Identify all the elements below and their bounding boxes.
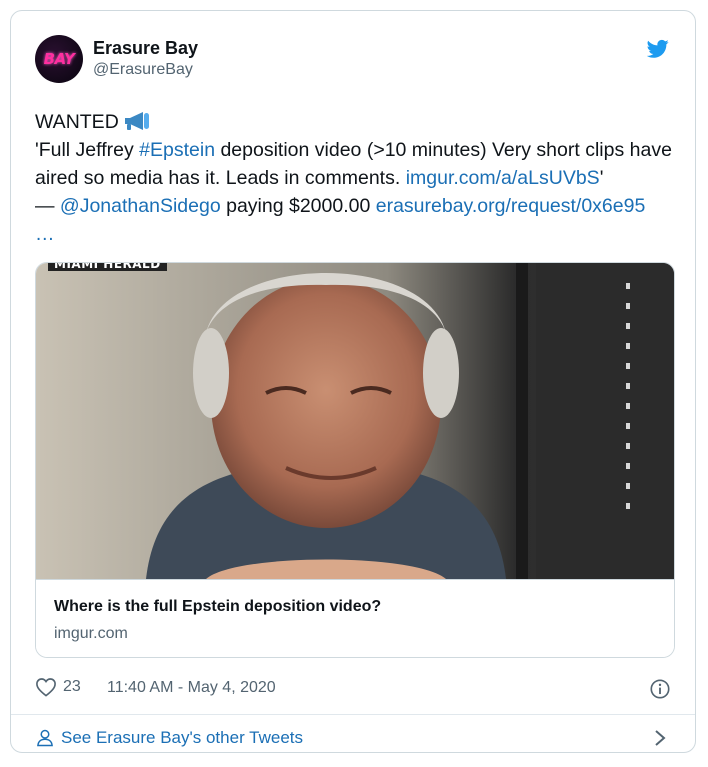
- dash: —: [35, 195, 60, 217]
- avatar-logo-text: BAY: [43, 50, 75, 68]
- megaphone-icon: [124, 112, 149, 130]
- card-domain: imgur.com: [54, 625, 128, 642]
- hashtag-link[interactable]: #Epstein: [139, 139, 215, 161]
- request-link[interactable]: erasurebay.org/request/0x6e95: [376, 195, 646, 217]
- divider: [11, 714, 695, 715]
- ellipsis-link[interactable]: …: [35, 223, 55, 245]
- tweet-body: WANTED 'Full Jeffrey #Epstein deposition…: [35, 108, 675, 248]
- card-image[interactable]: [36, 263, 674, 579]
- tweet-line-wanted: WANTED: [35, 108, 675, 136]
- body-text-part: 'Full Jeffrey: [35, 139, 140, 161]
- heart-icon[interactable]: [35, 677, 57, 697]
- tweet-paragraph: 'Full Jeffrey #Epstein deposition video …: [35, 136, 675, 248]
- see-other-tweets-text[interactable]: See Erasure Bay's other Tweets: [61, 728, 303, 748]
- like-count: 23: [63, 678, 81, 695]
- avatar[interactable]: BAY: [35, 35, 83, 83]
- author-handle[interactable]: @ErasureBay: [93, 59, 198, 81]
- wanted-text: WANTED: [35, 111, 119, 133]
- twitter-bird-icon[interactable]: [647, 39, 669, 59]
- paying-text: paying $2000.00: [220, 195, 376, 217]
- tweet-timestamp[interactable]: 11:40 AM - May 4, 2020: [107, 679, 276, 697]
- tweet-header: BAY Erasure Bay @ErasureBay: [35, 35, 671, 83]
- like-button[interactable]: 23: [35, 677, 81, 697]
- chevron-right-icon[interactable]: [653, 729, 667, 747]
- link-preview-card[interactable]: MIAMI HERALD Where is the full Epstein d…: [35, 262, 675, 658]
- tweet-meta-row: 23 11:40 AM - May 4, 2020: [35, 677, 671, 703]
- info-icon[interactable]: [649, 678, 671, 700]
- card-title[interactable]: Where is the full Epstein deposition vid…: [54, 598, 381, 616]
- author-names: Erasure Bay @ErasureBay: [93, 37, 198, 81]
- author-display-name[interactable]: Erasure Bay: [93, 37, 198, 59]
- see-other-tweets-link[interactable]: See Erasure Bay's other Tweets: [35, 723, 671, 753]
- person-icon: [37, 729, 53, 747]
- tweet-card: BAY Erasure Bay @ErasureBay WANTED 'Full…: [10, 10, 696, 753]
- image-source-badge: MIAMI HERALD: [48, 263, 167, 271]
- mention-link[interactable]: @JonathanSidego: [60, 195, 221, 217]
- card-caption[interactable]: Where is the full Epstein deposition vid…: [36, 579, 674, 657]
- imgur-link[interactable]: imgur.com/a/aLsUVbS: [406, 167, 600, 189]
- quote-close: ': [599, 167, 604, 189]
